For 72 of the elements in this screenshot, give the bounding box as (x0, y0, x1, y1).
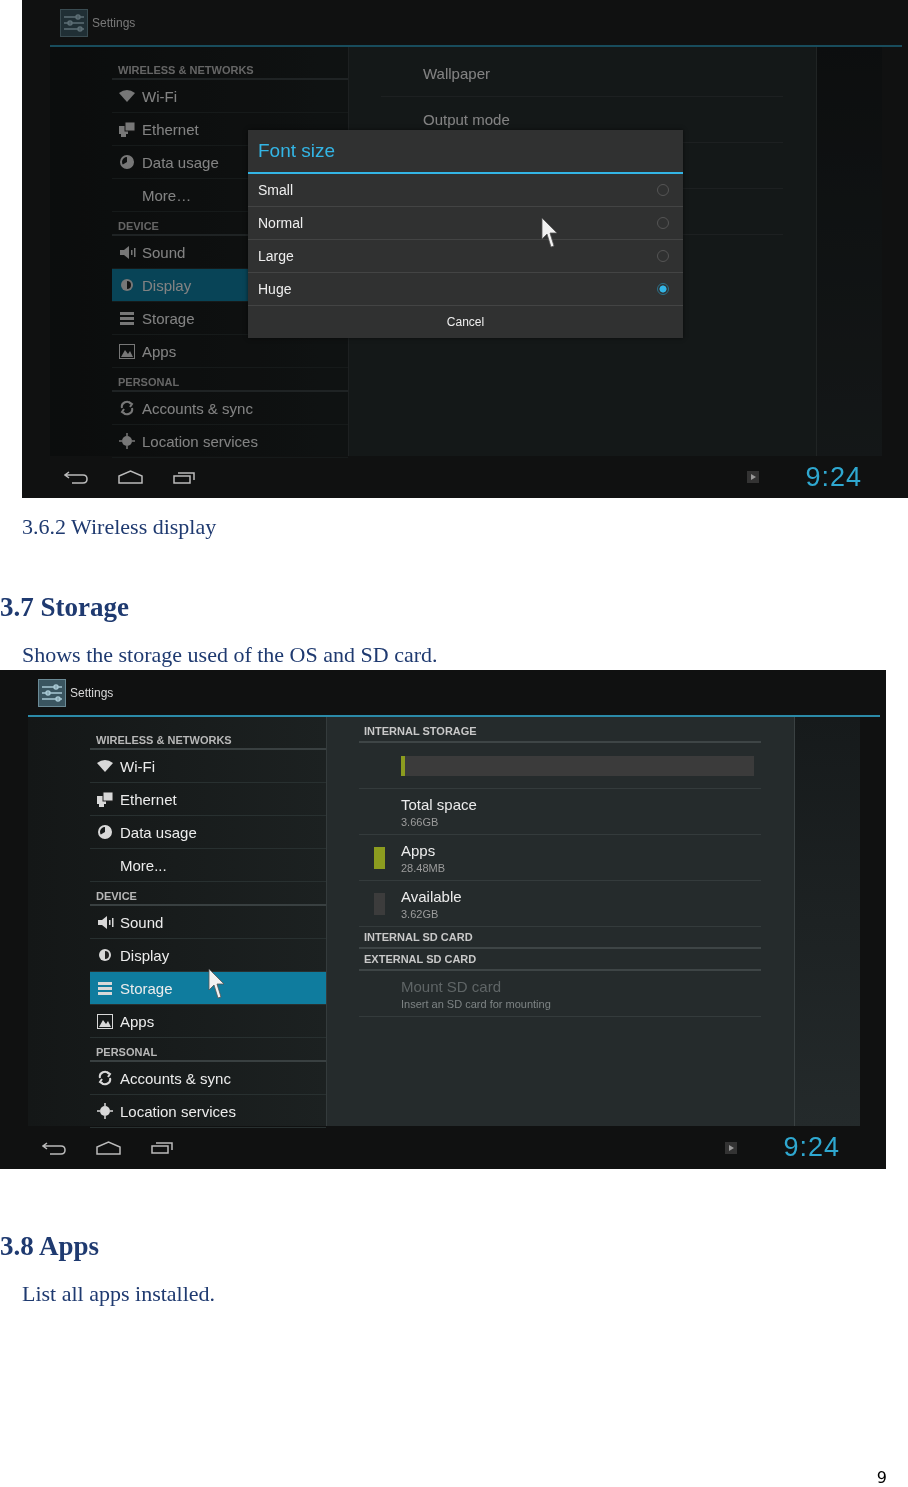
recent-apps-icon[interactable] (173, 470, 195, 484)
computer-icon (97, 791, 113, 807)
font-size-option[interactable]: Small (248, 174, 683, 207)
brightness-icon (120, 278, 134, 292)
setting-title[interactable]: Output mode (423, 111, 510, 128)
setting-title[interactable]: Total space (401, 795, 477, 813)
sliders-icon (60, 8, 88, 37)
body-text: Shows the storage used of the OS and SD card. (22, 641, 439, 669)
option-label: Huge (258, 281, 292, 297)
section-header: INTERNAL STORAGE (359, 721, 761, 743)
back-icon[interactable] (42, 1140, 66, 1155)
sliders-icon (38, 678, 66, 707)
settings-item[interactable]: Storage (90, 972, 326, 1005)
setting-title[interactable]: Wallpaper (423, 65, 490, 82)
settings-item[interactable]: Wi-Fi (90, 750, 326, 783)
font-size-option[interactable]: Huge (248, 273, 683, 306)
setting-summary: 3.62GB (401, 907, 440, 920)
clock: 9:24 (783, 1132, 840, 1163)
section-header: INTERNAL SD CARD (359, 927, 761, 949)
storage-icon (120, 311, 134, 325)
wifi-icon (97, 760, 113, 772)
computer-icon (119, 121, 135, 137)
setting-summary: 3.66GB (401, 815, 440, 828)
clock: 9:24 (805, 461, 862, 493)
image-icon (119, 343, 135, 359)
app-title: Settings (70, 685, 114, 700)
settings-item[interactable]: Accounts & sync (112, 392, 348, 425)
settings-item[interactable]: Apps (90, 1005, 326, 1038)
settings-item[interactable]: Sound (90, 906, 326, 939)
option-label: Large (258, 248, 294, 264)
font-size-option[interactable]: Large (248, 240, 683, 273)
home-icon[interactable] (96, 1140, 121, 1155)
play-icon (747, 471, 760, 483)
app-title: Settings (92, 15, 136, 30)
settings-item[interactable]: Location services (112, 425, 348, 458)
pie-chart-icon (98, 825, 112, 839)
target-icon (97, 1103, 113, 1119)
mouse-pointer-icon (541, 217, 558, 248)
target-icon (119, 433, 135, 449)
page-number: 9 (876, 1468, 887, 1487)
body-text: List all apps installed. (22, 1280, 217, 1308)
speaker-icon (96, 914, 114, 930)
sync-icon (97, 1070, 113, 1086)
settings-item[interactable]: Data usage (90, 816, 326, 849)
figure-caption: 3.6.2 Wireless display (22, 513, 218, 541)
mouse-pointer-icon (208, 968, 225, 999)
setting-title[interactable]: Apps (401, 841, 446, 859)
section-header: EXTERNAL SD CARD (359, 949, 761, 971)
setting-summary: Insert an SD card for mounting (401, 997, 551, 1010)
section-heading: 3.8 Apps (0, 1230, 101, 1263)
image-icon (97, 1013, 113, 1029)
back-icon[interactable] (64, 470, 88, 484)
pie-chart-icon (120, 155, 134, 169)
storage-icon (98, 981, 112, 995)
brightness-icon (98, 948, 112, 962)
settings-item[interactable]: Wi-Fi (112, 80, 348, 113)
sync-icon (119, 400, 135, 416)
settings-item[interactable]: Accounts & sync (90, 1062, 326, 1095)
radio-button[interactable] (657, 283, 669, 295)
option-label: Normal (258, 215, 304, 231)
dialog-title: Font size (248, 130, 683, 174)
settings-item[interactable]: Ethernet (90, 783, 326, 816)
recent-apps-icon[interactable] (151, 1141, 173, 1154)
setting-title[interactable]: Available (401, 887, 462, 905)
option-label: Small (258, 182, 293, 198)
section-heading: 3.7 Storage (0, 591, 130, 624)
wifi-icon (119, 90, 135, 102)
settings-item[interactable]: Location services (90, 1095, 326, 1128)
setting-summary: 28.48MB (401, 861, 446, 874)
home-icon[interactable] (118, 470, 143, 484)
play-icon (725, 1141, 738, 1154)
speaker-icon (118, 244, 136, 260)
